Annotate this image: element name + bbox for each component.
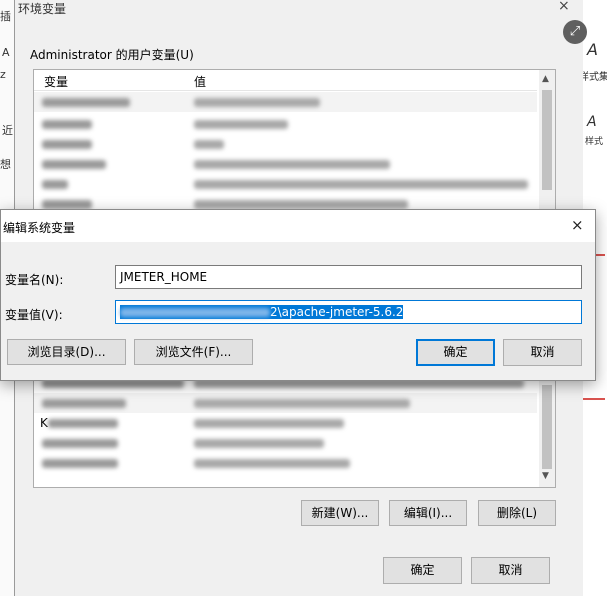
blurred-cell [42,459,118,468]
blurred-cell [194,98,320,107]
blurred-cell [42,439,118,448]
column-header-value[interactable]: 值 [194,73,206,90]
dialog-title: 编辑系统变量 [3,221,76,235]
blurred-cell [42,180,68,189]
dialog-titlebar: 编辑系统变量 × [1,210,595,242]
table-row[interactable] [34,114,537,134]
table-row[interactable] [34,92,537,112]
variable-name-label: 变量名(N): [5,273,64,287]
blurred-cell [42,140,92,149]
table-row[interactable] [34,154,537,174]
value-path-suffix: 2\apache-jmeter-5.6.2 [270,305,404,319]
row-visible-prefix: K [40,416,48,430]
scroll-down-arrow-icon[interactable]: ▼ [542,471,549,481]
blurred-cell [194,120,288,129]
bg-fragment: A [587,40,598,59]
blurred-cell [42,160,106,169]
blurred-cell [194,459,350,468]
bg-fragment: 近 [2,124,13,137]
bg-fragment: 样式 [585,137,604,147]
variable-value-field[interactable]: 2\apache-jmeter-5.6.2 [115,300,582,324]
system-vars-list[interactable]: K ▼ [33,366,556,488]
bg-fragment: A [2,46,10,59]
close-icon[interactable]: × [558,0,570,14]
blurred-cell [42,98,130,107]
dialog-cancel-button[interactable]: 取消 [503,339,582,366]
blurred-cell [194,419,344,428]
ok-button[interactable]: 确定 [383,557,462,584]
table-row[interactable] [34,134,537,154]
blurred-cell [194,399,410,408]
bg-fragment: 样式集 [579,72,607,83]
vertical-scrollbar[interactable]: ▼ [539,367,555,487]
bg-fragment: A [587,114,597,130]
close-icon[interactable]: × [571,216,584,234]
list-header: 变量 值 [34,70,537,91]
scrollbar-thumb[interactable] [542,385,552,469]
delete-button[interactable]: 删除(L) [478,500,556,526]
blurred-cell [42,200,92,209]
scrollbar-thumb[interactable] [542,90,552,190]
blurred-cell [194,200,408,209]
user-vars-list[interactable]: 变量 值 ▲ [33,69,556,215]
blurred-path-prefix [120,308,270,317]
vertical-scrollbar[interactable]: ▲ [539,70,555,214]
window-title: 环境变量 [18,2,67,16]
user-vars-group-label: Administrator 的用户变量(U) [30,48,194,62]
scroll-up-arrow-icon[interactable]: ▲ [542,74,549,84]
table-row[interactable] [34,433,537,453]
column-header-variable[interactable]: 变量 [44,73,68,90]
bg-fragment: z [0,68,6,81]
edit-button[interactable]: 编辑(I)... [389,500,467,526]
blurred-cell [48,419,118,428]
selected-text: 2\apache-jmeter-5.6.2 [120,305,404,319]
variable-name-field[interactable]: JMETER_HOME [115,265,582,289]
bg-fragment: 插 [0,10,11,23]
edit-system-variable-dialog: 编辑系统变量 × 变量名(N): JMETER_HOME 变量值(V): 2\a… [0,209,596,381]
table-row[interactable] [34,174,537,194]
table-row[interactable] [34,393,537,413]
blurred-cell [42,120,92,129]
zoom-expand-icon[interactable]: ⤢ [563,20,587,44]
browse-file-button[interactable]: 浏览文件(F)... [134,339,253,365]
blurred-cell [194,180,528,189]
blurred-cell [42,399,126,408]
blurred-cell [194,160,390,169]
blurred-cell [194,439,324,448]
new-button[interactable]: 新建(W)... [301,500,379,526]
cancel-button[interactable]: 取消 [471,557,550,584]
browse-directory-button[interactable]: 浏览目录(D)... [7,339,126,365]
table-row[interactable]: K [34,413,537,433]
dialog-ok-button[interactable]: 确定 [416,339,495,366]
blurred-cell [194,140,224,149]
bg-fragment: 想 [0,158,11,171]
variable-value-label: 变量值(V): [5,308,63,322]
table-row[interactable] [34,453,537,473]
